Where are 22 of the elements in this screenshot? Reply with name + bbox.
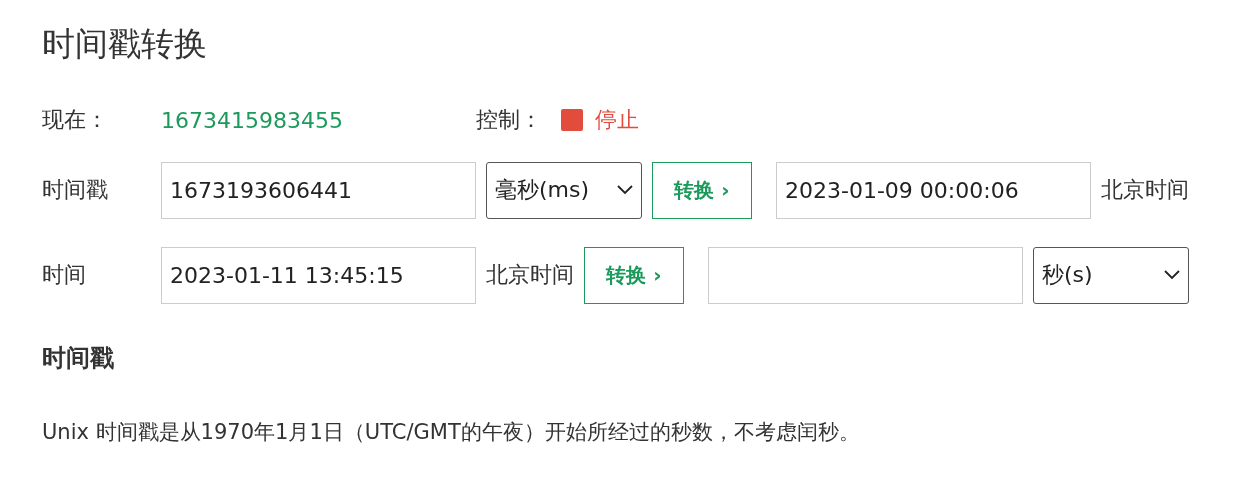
description-text: Unix 时间戳是从1970年1月1日（UTC/GMT的午夜）开始所经过的秒数，不考虑闰秒。	[42, 419, 861, 446]
unit-dropdown[interactable]: 毫秒(ms)	[486, 161, 642, 219]
chevron-down-icon	[617, 185, 633, 195]
timezone-label: 北京时间	[486, 261, 574, 289]
row-label: 时间	[42, 261, 87, 289]
convert-button[interactable]: 转换 ›	[652, 161, 752, 219]
convert-button[interactable]: 转换 ›	[584, 246, 684, 304]
now-label: 现在：	[42, 106, 109, 134]
chevron-down-icon	[1164, 270, 1180, 280]
input-field[interactable]: 1673193606441	[161, 161, 476, 219]
unit-dropdown[interactable]: 秒(s)	[1033, 246, 1189, 304]
row-label: 时间戳	[42, 176, 109, 204]
input-field[interactable]: 2023-01-09 00:00:06	[776, 161, 1091, 219]
input-field[interactable]: 2023-01-11 13:45:15	[161, 246, 476, 304]
page-title: 时间戳转换	[42, 23, 208, 65]
timezone-label: 北京时间	[1101, 176, 1189, 204]
stop-icon	[561, 109, 583, 131]
section-heading: 时间戳	[42, 343, 115, 374]
stop-button[interactable]: 停止	[561, 105, 639, 135]
input-field[interactable]	[708, 246, 1023, 304]
control-label: 控制：	[476, 106, 543, 134]
current-timestamp: 1673415983455	[161, 107, 344, 133]
